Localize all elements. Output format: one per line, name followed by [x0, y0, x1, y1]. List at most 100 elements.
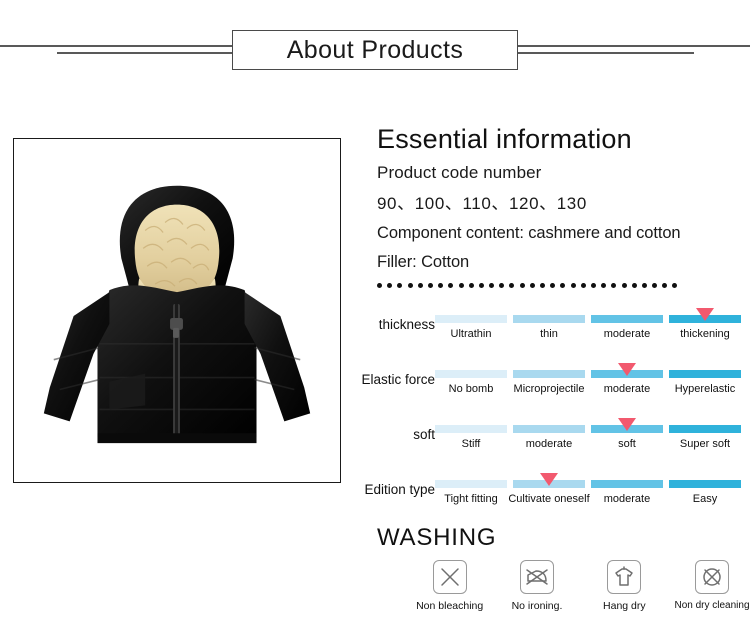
- rating-option-label: moderate: [603, 383, 651, 395]
- rating-option-label: Super soft: [679, 438, 731, 450]
- divider-dot: [499, 283, 505, 289]
- divider-dot: [550, 283, 556, 289]
- rating-bar-segment: [669, 370, 741, 378]
- rating-option[interactable]: Microprojectile: [513, 361, 585, 416]
- washing-icon-list: Non bleaching No ironing. Hang dry Non dry …: [415, 560, 750, 613]
- rating-bar-segment: [435, 315, 507, 323]
- divider-dot: [652, 283, 658, 289]
- divider-dot: [438, 283, 444, 289]
- rating-bar-segment: [513, 425, 585, 433]
- rating-option-label: Easy: [692, 493, 718, 505]
- divider-dot: [458, 283, 464, 289]
- rating-bar-segment: [669, 480, 741, 488]
- rating-scale: Ultrathin thin moderate thickening: [435, 306, 750, 361]
- bleach-crossed-icon: [432, 560, 467, 595]
- rating-option[interactable]: Ultrathin: [435, 306, 507, 361]
- rating-option[interactable]: Easy: [669, 471, 741, 526]
- divider-dot: [621, 283, 627, 289]
- rating-row: thickness Ultrathin thin moderate thickening: [357, 306, 750, 361]
- rating-option[interactable]: Super soft: [669, 416, 741, 471]
- product-image-frame: [13, 138, 341, 483]
- banner-rule-left-bottom: [57, 52, 233, 54]
- banner-rule-right-bottom: [518, 52, 694, 54]
- rating-bar-segment: [513, 315, 585, 323]
- product-info-page: About Products Essential information Pro…: [0, 0, 750, 632]
- washing-care-label: Hang dry: [603, 600, 646, 613]
- rating-option-label: Stiff: [461, 438, 481, 450]
- rating-bar-segment: [435, 370, 507, 378]
- rating-option-label: Ultrathin: [450, 328, 492, 340]
- divider-dot: [560, 283, 566, 289]
- rating-row: Edition type Tight fitting Cultivate onese…: [357, 471, 750, 526]
- washing-section: WASHING Non bleaching No ironing. Hang dry…: [377, 524, 750, 613]
- divider-dot: [448, 283, 454, 289]
- rating-bar-segment: [513, 370, 585, 378]
- divider-dot: [509, 283, 515, 289]
- washing-care-label: No ironing.: [511, 600, 563, 613]
- divider-dot: [529, 283, 535, 289]
- rating-option[interactable]: soft: [591, 416, 663, 471]
- rating-marker-triangle-icon: [540, 473, 558, 486]
- rating-option[interactable]: Stiff: [435, 416, 507, 471]
- washing-care-item: No ironing.: [502, 560, 571, 613]
- rating-marker-triangle-icon: [618, 418, 636, 431]
- divider-dot: [489, 283, 495, 289]
- dotted-divider: [377, 281, 743, 291]
- washing-care-label: Non dry cleaning: [674, 600, 750, 612]
- rating-marker-triangle-icon: [618, 363, 636, 376]
- rating-option[interactable]: No bomb: [435, 361, 507, 416]
- rating-option-label: No bomb: [448, 383, 494, 395]
- rating-option[interactable]: thin: [513, 306, 585, 361]
- divider-dot: [611, 283, 617, 289]
- divider-dot: [519, 283, 525, 289]
- divider-dot: [631, 283, 637, 289]
- divider-dot: [427, 283, 433, 289]
- divider-dot: [387, 283, 393, 289]
- rating-option[interactable]: moderate: [513, 416, 585, 471]
- banner-rule-left-top: [0, 45, 232, 47]
- rating-scale: No bomb Microprojectile moderate Hyperelast…: [435, 361, 750, 416]
- rating-option-label: soft: [618, 438, 636, 450]
- banner: About Products: [0, 14, 750, 70]
- washing-care-item: Non dry cleaning: [674, 560, 750, 612]
- rating-option[interactable]: thickening: [669, 306, 741, 361]
- divider-dot: [397, 283, 403, 289]
- dry-clean-crossed-icon: [694, 560, 729, 595]
- rating-row-label: soft: [413, 427, 435, 442]
- rating-option-label: Microprojectile: [513, 383, 585, 395]
- rating-option[interactable]: Hyperelastic: [669, 361, 741, 416]
- divider-dot: [590, 283, 596, 289]
- washing-heading: WASHING: [377, 524, 497, 551]
- washing-care-item: Non bleaching: [415, 560, 484, 613]
- rating-option[interactable]: Tight fitting: [435, 471, 507, 526]
- rating-option[interactable]: moderate: [591, 361, 663, 416]
- rating-option-label: moderate: [603, 493, 651, 505]
- rating-option-label: moderate: [525, 438, 573, 450]
- essential-information-heading: Essential information: [377, 124, 632, 154]
- divider-dot: [540, 283, 545, 289]
- rating-option[interactable]: moderate: [591, 306, 663, 361]
- iron-crossed-icon: [519, 560, 554, 595]
- rating-marker-triangle-icon: [696, 308, 714, 321]
- product-jacket-illustration: [14, 139, 340, 482]
- rating-bar-segment: [591, 480, 663, 488]
- rating-row: Elastic force No bomb Microprojectile moder…: [357, 361, 750, 416]
- product-code-label: Product code number: [377, 163, 542, 183]
- rating-bar-segment: [435, 480, 507, 488]
- rating-option[interactable]: Cultivate oneself: [508, 471, 590, 526]
- divider-dot: [580, 283, 586, 289]
- component-content: Component content: cashmere and cotton: [377, 224, 681, 243]
- rating-row-label: thickness: [378, 317, 435, 332]
- filler-content: Filler: Cotton: [377, 252, 470, 271]
- divider-dot: [377, 283, 382, 289]
- divider-dot: [641, 283, 647, 289]
- essential-information: Essential information Product code numbe…: [377, 124, 743, 291]
- rating-scale: Stiff moderate soft Super soft: [435, 416, 750, 471]
- banner-rule-right-top: [518, 45, 750, 47]
- rating-option-label: thickening: [680, 328, 730, 340]
- hang-dry-shirt-icon: [607, 560, 642, 595]
- banner-box: About Products: [232, 30, 518, 70]
- rating-row-label: Elastic force: [361, 372, 435, 387]
- divider-dot: [468, 283, 474, 289]
- rating-option[interactable]: moderate: [591, 471, 663, 526]
